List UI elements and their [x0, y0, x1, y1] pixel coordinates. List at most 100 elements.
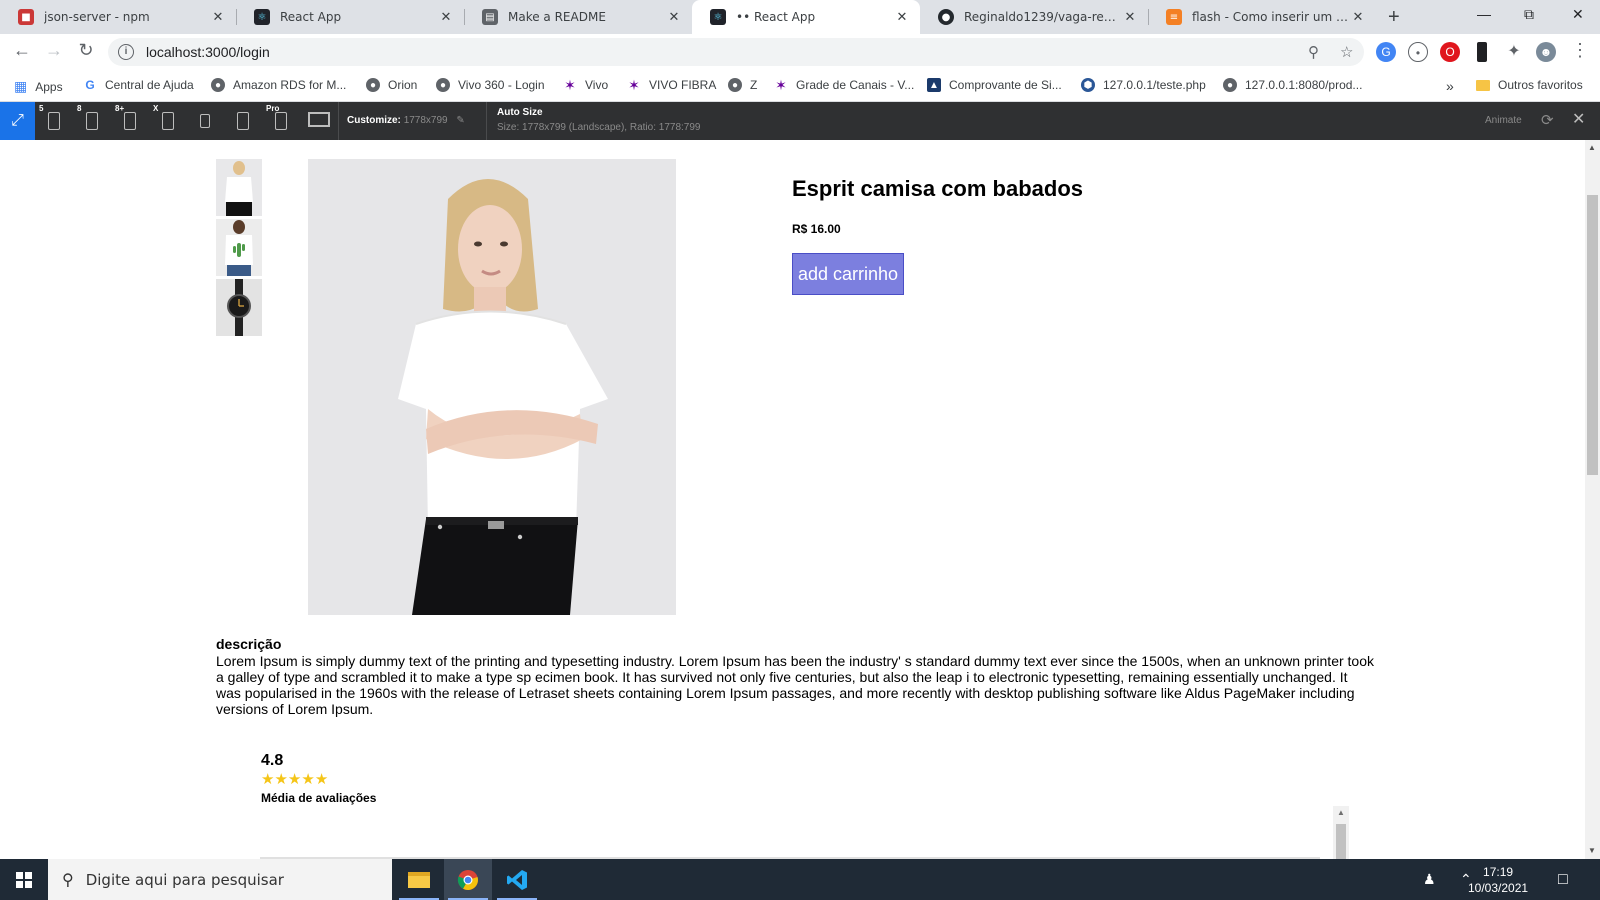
- close-icon[interactable]: ✕: [210, 10, 226, 25]
- device-iphonex-icon[interactable]: [162, 112, 174, 130]
- new-tab-button[interactable]: +: [1388, 6, 1400, 29]
- react-icon: ⚛: [254, 9, 270, 25]
- bookmark-vivo360[interactable]: ● Vivo 360 - Login: [436, 78, 545, 92]
- profile-avatar[interactable]: ☻: [1536, 42, 1556, 62]
- tab-title: flash - Como inserir um vídeo n: [1192, 10, 1350, 24]
- bookmark-star-icon[interactable]: ☆: [1340, 43, 1353, 61]
- bookmark-z[interactable]: ● Z: [728, 78, 757, 92]
- address-bar[interactable]: i localhost:3000/login ⚲ ☆: [108, 38, 1364, 66]
- device-iphone8-icon[interactable]: [86, 112, 98, 130]
- document-icon: ▤: [482, 9, 498, 25]
- page-scrollbar[interactable]: ▲ ▼: [1585, 140, 1600, 859]
- taskbar-search-box[interactable]: ⚲ Digite aqui para pesquisar: [48, 859, 392, 900]
- start-button[interactable]: [0, 859, 48, 900]
- npm-icon: ■: [18, 9, 34, 25]
- bookmark-orion[interactable]: ● Orion: [366, 78, 417, 92]
- add-to-cart-button[interactable]: add carrinho: [792, 253, 904, 295]
- device-label: 8: [77, 104, 82, 113]
- bookmarks-overflow-button[interactable]: »: [1446, 78, 1454, 94]
- tab-title: •• React App: [736, 10, 816, 24]
- close-icon[interactable]: ✕: [1122, 10, 1138, 25]
- people-icon[interactable]: ♟: [1423, 871, 1436, 888]
- tab-react-app-active[interactable]: ⚛ •• React App ✕: [692, 0, 920, 34]
- forward-button[interactable]: →: [42, 40, 66, 61]
- animate-toggle[interactable]: Animate: [1485, 115, 1522, 126]
- device-iphone5-icon[interactable]: [48, 112, 60, 130]
- close-viewer-icon[interactable]: ✕: [1572, 109, 1585, 129]
- chrome-menu-icon[interactable]: ⋮: [1568, 40, 1592, 61]
- tab-title: Make a README: [508, 10, 606, 24]
- taskbar-chrome[interactable]: [444, 859, 492, 900]
- taskbar-vscode[interactable]: [493, 859, 541, 900]
- scrollbar-thumb[interactable]: [1587, 195, 1598, 475]
- thumbnail-watch[interactable]: [216, 279, 262, 336]
- expand-icon[interactable]: ⤢: [0, 102, 35, 140]
- auto-size-title: Auto Size: [497, 107, 543, 118]
- bookmark-central-ajuda[interactable]: G Central de Ajuda: [83, 78, 194, 92]
- bookmark-localhost-8080[interactable]: ● 127.0.0.1:8080/prod...: [1223, 78, 1362, 92]
- tab-json-server[interactable]: ■ json-server - npm ✕: [0, 0, 236, 34]
- google-translate-icon[interactable]: G: [1376, 42, 1396, 62]
- device-label: X: [153, 104, 159, 113]
- tab-title: React App: [280, 10, 342, 24]
- chrome-icon: [457, 869, 478, 890]
- bookmark-apps[interactable]: ▦ Apps: [14, 78, 63, 95]
- puzzle-extensions-icon[interactable]: ✦: [1504, 42, 1524, 62]
- other-favorites-folder[interactable]: Outros favoritos: [1476, 78, 1583, 92]
- folder-icon: [408, 871, 430, 888]
- inner-scrollbar[interactable]: ▲: [1333, 806, 1349, 859]
- star-icon: ★: [301, 771, 315, 788]
- vivo-icon: ✶: [628, 76, 640, 93]
- close-icon[interactable]: ✕: [666, 10, 682, 25]
- close-icon[interactable]: ✕: [438, 10, 454, 25]
- restore-button[interactable]: ⧉: [1524, 6, 1534, 23]
- receipt-icon: ▲: [927, 78, 941, 92]
- window-close-button[interactable]: ✕: [1572, 6, 1584, 23]
- tab-make-readme[interactable]: ▤ Make a README ✕: [464, 0, 692, 34]
- back-button[interactable]: ←: [10, 40, 34, 61]
- close-icon[interactable]: ✕: [894, 10, 910, 25]
- bookmark-teste-php[interactable]: ⬢ 127.0.0.1/teste.php: [1081, 78, 1206, 92]
- tab-react-app[interactable]: ⚛ React App ✕: [236, 0, 464, 34]
- site-info-icon[interactable]: i: [118, 44, 134, 60]
- opera-icon[interactable]: O: [1440, 42, 1460, 62]
- search-placeholder: Digite aqui para pesquisar: [85, 870, 284, 889]
- taskbar-clock[interactable]: 17:19 10/03/2021: [1468, 864, 1528, 896]
- bookmark-vivo[interactable]: ✶ Vivo: [563, 76, 608, 93]
- device-ipad-pro-icon[interactable]: [275, 112, 287, 130]
- bookmark-grade-canais[interactable]: ✶ Grade de Canais - V...: [774, 77, 914, 93]
- zoom-icon[interactable]: ⚲: [1308, 43, 1319, 61]
- desktop-icon[interactable]: [308, 112, 330, 127]
- reload-button[interactable]: ↻: [74, 40, 98, 61]
- minimize-button[interactable]: —: [1477, 6, 1491, 22]
- device-toggle-icon[interactable]: [1477, 42, 1487, 62]
- scroll-down-arrow-icon[interactable]: ▼: [1588, 846, 1596, 855]
- scroll-up-arrow-icon[interactable]: ▲: [1588, 143, 1596, 152]
- globe-icon: ●: [728, 78, 742, 92]
- description-heading: descrição: [216, 636, 282, 652]
- rotate-icon[interactable]: ⟳: [1541, 111, 1554, 129]
- extension-icon[interactable]: •: [1408, 42, 1428, 62]
- bookmark-comprovante[interactable]: ▲ Comprovante de Si...: [927, 78, 1062, 92]
- address-url: localhost:3000/login: [146, 44, 270, 60]
- thumbnail-white-tshirt[interactable]: [216, 159, 262, 216]
- bookmark-amazon-rds[interactable]: ● Amazon RDS for M...: [211, 78, 346, 92]
- windows-taskbar: ⚲ Digite aqui para pesquisar ♟ ⌃ 17:19 1…: [0, 859, 1600, 900]
- notifications-icon[interactable]: □: [1558, 871, 1568, 889]
- hex-icon: ⬢: [1081, 78, 1095, 92]
- thumbnail-cactus-tshirt[interactable]: [216, 219, 262, 276]
- globe-icon: ●: [366, 78, 380, 92]
- device-tablet-icon[interactable]: [200, 114, 210, 128]
- taskbar-file-explorer[interactable]: [395, 859, 443, 900]
- vivo-icon: ✶: [564, 76, 576, 93]
- edit-pencil-icon[interactable]: ✎: [456, 115, 464, 126]
- tab-stackoverflow[interactable]: ≡ flash - Como inserir um vídeo n ✕: [1148, 0, 1376, 34]
- close-icon[interactable]: ✕: [1350, 10, 1366, 25]
- device-ipad-icon[interactable]: [237, 112, 249, 130]
- tab-github-repo[interactable]: ● Reginaldo1239/vaga-react ✕: [920, 0, 1148, 34]
- star-icon: ★: [261, 771, 275, 788]
- bookmark-vivo-fibra[interactable]: ✶ VIVO FIBRA: [627, 76, 716, 93]
- customize-size[interactable]: Customize: 1778x799 ✎: [347, 115, 465, 126]
- device-iphone8plus-icon[interactable]: [124, 112, 136, 130]
- browser-toolbar: ← → ↻ i localhost:3000/login ⚲ ☆ G • O ✦…: [0, 34, 1600, 70]
